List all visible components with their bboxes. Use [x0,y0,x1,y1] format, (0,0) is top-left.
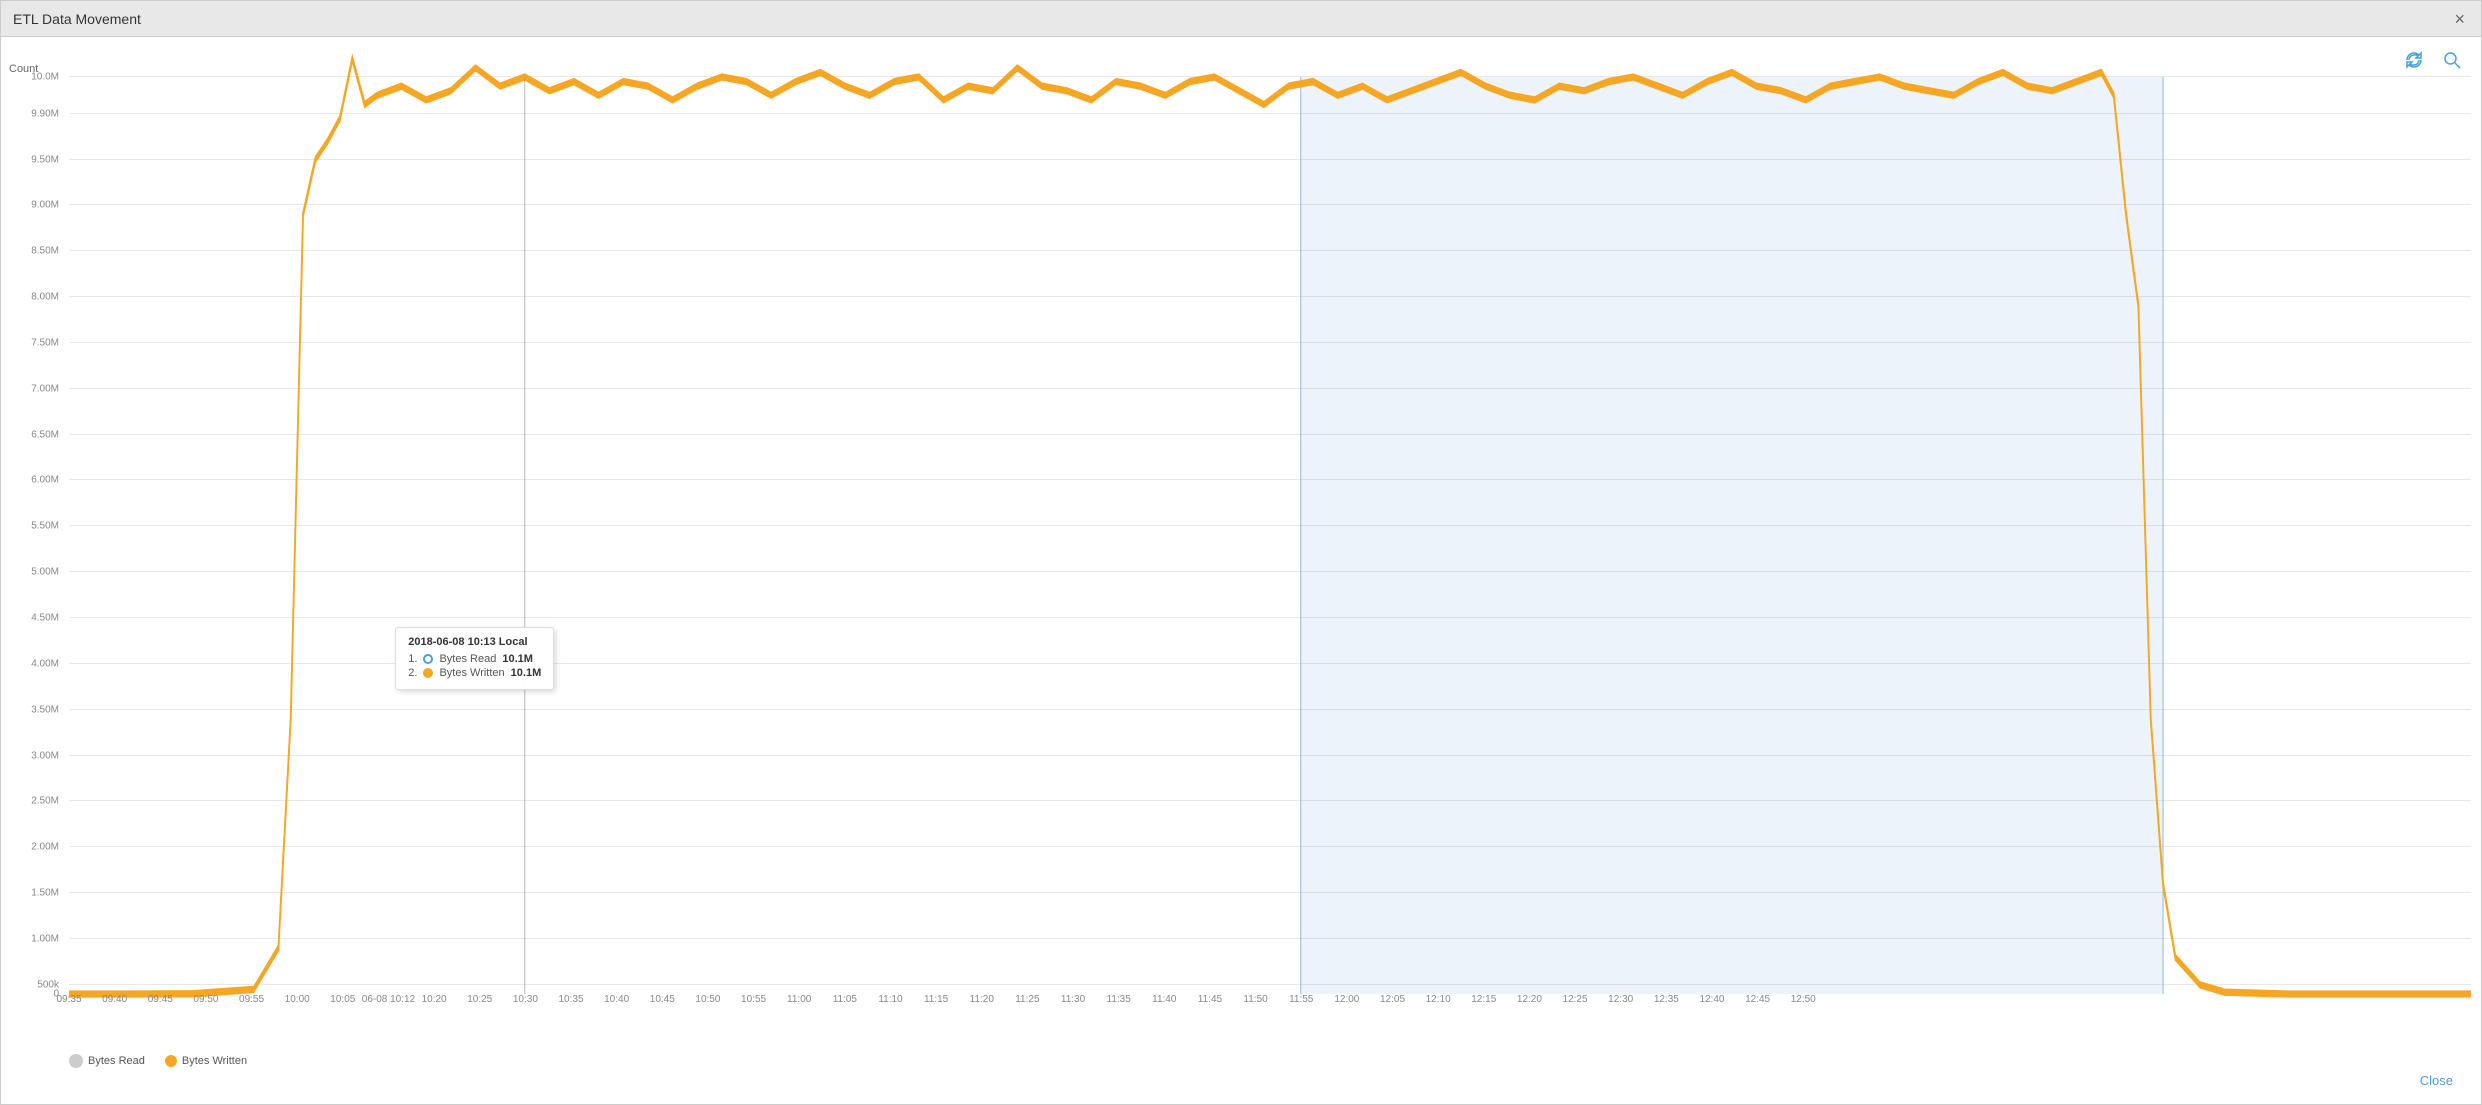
chart-container: Count 10.0M9.90M9.50M9.00M8.50M8.00M7.50… [1,47,2481,1024]
y-tick-label: 9.00M [31,200,59,211]
chart-svg [69,77,2471,994]
close-button[interactable]: Close [2412,1069,2461,1092]
y-axis: 10.0M9.90M9.50M9.00M8.50M8.00M7.50M7.00M… [49,77,59,994]
tooltip-bytes-written-label: Bytes Written [439,667,504,679]
x-tick-label: 09:35 [56,994,81,1005]
y-tick-label: 1.50M [31,888,59,899]
tooltip-row-bytes-read: 1. Bytes Read 10.1M [408,653,541,665]
x-tick-label: 11:45 [1198,994,1222,1005]
x-tick-label: 11:05 [833,994,857,1005]
legend-bytes-written-icon [165,1055,177,1067]
y-tick-label: 1.00M [31,933,59,944]
search-icon[interactable] [2439,47,2465,73]
y-tick-label: 3.50M [31,704,59,715]
x-tick-label: 10:40 [604,994,629,1005]
refresh-icon[interactable] [2401,47,2427,73]
y-tick-label: 3.00M [31,750,59,761]
y-tick-label: 2.50M [31,796,59,807]
y-tick-label: 9.50M [31,154,59,165]
x-tick-label: 12:50 [1791,994,1816,1005]
x-tick-label: 11:20 [970,994,994,1005]
y-tick-label: 4.50M [31,613,59,624]
tooltip-bytes-read-label: Bytes Read [439,653,496,665]
tooltip-row-bytes-written: 2. Bytes Written 10.1M [408,667,541,679]
toolbar-icons [2401,47,2465,73]
x-tick-label: 12:40 [1699,994,1724,1005]
y-tick-label: 2.00M [31,842,59,853]
x-tick-label: 12:00 [1334,994,1359,1005]
x-tick-label: 11:35 [1107,994,1131,1005]
x-tick-label: 10:20 [422,994,447,1005]
y-tick-label: 9.90M [31,108,59,119]
y-tick-label: 8.50M [31,246,59,257]
x-tick-label: 12:30 [1608,994,1633,1005]
chart-area: Count 10.0M9.90M9.50M9.00M8.50M8.00M7.50… [1,37,2481,1104]
x-tick-label: 11:55 [1289,994,1313,1005]
x-axis-labels: 09:3509:4009:4509:5009:5510:0010:0506-08… [69,994,2471,1014]
x-tick-label: 10:30 [513,994,538,1005]
close-icon[interactable]: × [2454,10,2465,28]
tooltip-row1-num: 1. [408,653,417,665]
etl-data-movement-window: ETL Data Movement × Count 10.0M9.90M9.50… [0,0,2482,1105]
y-tick-label: 6.50M [31,429,59,440]
x-tick-label: 09:45 [148,994,173,1005]
y-tick-label: 7.50M [31,337,59,348]
x-tick-label: 11:10 [878,994,902,1005]
y-tick-label: 6.00M [31,475,59,486]
legend-bytes-read: Bytes Read [69,1054,145,1068]
tooltip: 2018-06-08 10:13 Local 1. Bytes Read 10.… [395,627,554,690]
x-tick-label: 10:55 [741,994,766,1005]
legend-bytes-written: Bytes Written [165,1055,247,1067]
x-tick-label: 12:35 [1654,994,1679,1005]
legend-bytes-written-label: Bytes Written [182,1055,247,1067]
y-tick-label: 10.0M [31,72,59,83]
x-tick-label: 10:35 [559,994,584,1005]
y-tick-label: 5.50M [31,521,59,532]
x-tick-label: 11:25 [1015,994,1039,1005]
x-tick-label: 10:50 [695,994,720,1005]
selection-range [1301,77,2163,994]
x-tick-label: 09:55 [239,994,264,1005]
x-tick-label: 09:40 [102,994,127,1005]
y-tick-label: 5.00M [31,567,59,578]
x-tick-label: 11:15 [924,994,948,1005]
chart-plot: 2018-06-08 10:13 Local 1. Bytes Read 10.… [69,77,2471,994]
x-tick-label: 09:50 [193,994,218,1005]
x-tick-label: 06-08 10:12 [362,994,415,1005]
x-tick-label: 10:25 [467,994,492,1005]
y-tick-label: 7.00M [31,383,59,394]
legend-area: Bytes Read Bytes Written [69,1054,247,1068]
x-tick-label: 11:30 [1061,994,1085,1005]
tooltip-bytes-read-dot [423,654,433,664]
tooltip-bytes-read-value: 10.1M [502,653,533,665]
tooltip-title: 2018-06-08 10:13 Local [408,636,541,648]
title-bar: ETL Data Movement × [1,1,2481,37]
x-tick-label: 12:15 [1471,994,1496,1005]
x-tick-label: 10:00 [285,994,310,1005]
x-tick-label: 12:10 [1426,994,1451,1005]
x-tick-label: 11:50 [1243,994,1267,1005]
x-tick-label: 12:05 [1380,994,1405,1005]
x-tick-label: 12:20 [1517,994,1542,1005]
x-tick-label: 10:45 [650,994,675,1005]
x-tick-label: 12:25 [1563,994,1588,1005]
x-tick-label: 11:00 [787,994,811,1005]
tooltip-bytes-written-dot [423,668,433,678]
x-tick-label: 10:05 [330,994,355,1005]
y-tick-label: 4.00M [31,658,59,669]
window-title: ETL Data Movement [13,11,141,27]
y-tick-label: 8.00M [31,292,59,303]
tooltip-bytes-written-value: 10.1M [511,667,542,679]
tooltip-row2-num: 2. [408,667,417,679]
legend-bytes-read-icon [69,1054,83,1068]
legend-bytes-read-label: Bytes Read [88,1055,145,1067]
x-tick-label: 12:45 [1745,994,1770,1005]
x-tick-label: 11:40 [1152,994,1176,1005]
